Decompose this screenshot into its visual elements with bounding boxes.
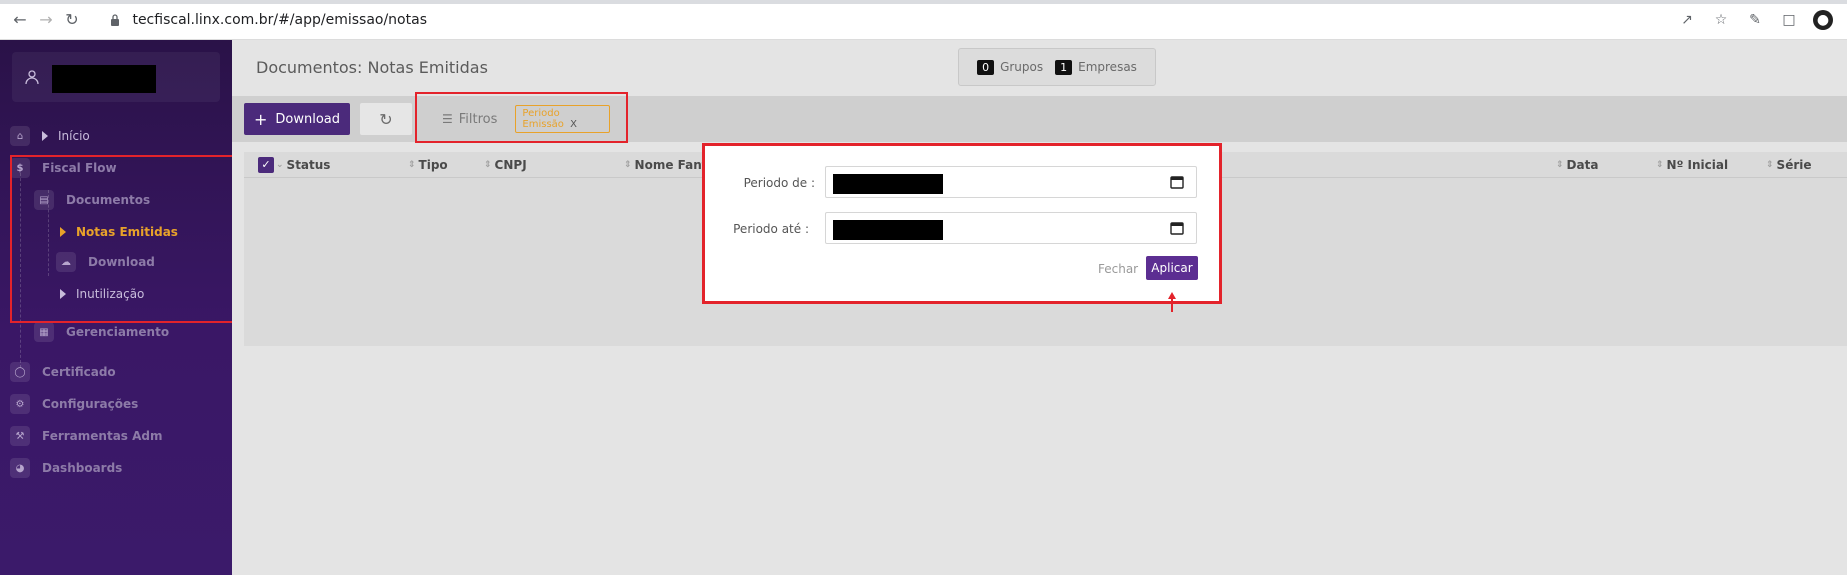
- forward-icon[interactable]: →: [36, 10, 56, 30]
- sidebar-item-label: Certificado: [42, 365, 116, 379]
- refresh-icon: ↻: [379, 109, 393, 129]
- sort-icon: ⇕: [624, 160, 632, 170]
- browser-toolbar: ← → ↻ tecfiscal.linx.com.br/#/app/emissa…: [0, 0, 1847, 40]
- sidebar-item-certificado[interactable]: ◯ Certificado: [10, 360, 116, 384]
- periodo-ate-input[interactable]: [825, 212, 1197, 244]
- tab-strip: [0, 0, 1847, 4]
- extensions-icon[interactable]: ✎: [1745, 10, 1765, 30]
- column-label: Tipo: [418, 158, 448, 172]
- column-header-n-inicial[interactable]: ⇕ Nº Inicial: [1656, 158, 1728, 172]
- calendar-icon[interactable]: [1170, 221, 1184, 235]
- sort-icon: ⇕: [484, 160, 492, 170]
- periodo-de-input[interactable]: [825, 166, 1197, 198]
- profile-avatar-icon[interactable]: ●: [1813, 10, 1833, 30]
- plus-icon: +: [253, 109, 268, 129]
- grupos-label: Grupos: [1000, 60, 1044, 74]
- group-company-counters[interactable]: 0 Grupos 1 Empresas: [958, 48, 1156, 86]
- apply-button[interactable]: Aplicar: [1146, 256, 1198, 280]
- wrench-icon: ⚒: [10, 426, 30, 446]
- column-label: Série: [1776, 158, 1812, 172]
- empresas-count: 1: [1055, 59, 1073, 75]
- page-title: Documentos: Notas Emitidas: [256, 58, 488, 77]
- download-button-label: Download: [275, 111, 341, 127]
- lock-icon: [111, 14, 119, 26]
- sort-icon: ⇕: [1656, 160, 1664, 170]
- redacted-date: [833, 220, 943, 240]
- home-icon: ⌂: [10, 126, 30, 146]
- column-header-data[interactable]: ⇕ Data: [1556, 158, 1598, 172]
- url-text: tecfiscal.linx.com.br/#/app/emissao/nota…: [132, 12, 427, 28]
- user-panel[interactable]: [12, 52, 220, 102]
- column-header-status[interactable]: ⌄ Status: [276, 158, 330, 172]
- sidebar-item-label: Ferramentas Adm: [42, 429, 163, 443]
- periodo-ate-label: Periodo até :: [733, 222, 809, 236]
- sidebar-item-label: Início: [58, 129, 90, 143]
- sidebar-item-inicio[interactable]: ⌂ Início: [10, 124, 90, 148]
- column-label: Data: [1566, 158, 1599, 172]
- gear-icon: ⚙: [10, 394, 30, 414]
- sidebar-icon[interactable]: □: [1779, 10, 1799, 30]
- sort-icon: ⇕: [1556, 160, 1564, 170]
- expand-icon: [42, 131, 48, 141]
- sliders-icon: ▦: [34, 322, 54, 342]
- sidebar-item-label: Gerenciamento: [66, 325, 170, 339]
- column-label: Status: [286, 158, 331, 172]
- annotation-arrow-icon: [1168, 292, 1176, 312]
- sidebar-item-dashboards[interactable]: ◕ Dashboards: [10, 456, 122, 480]
- share-icon[interactable]: ↗: [1677, 10, 1697, 30]
- annotation-box-sidebar: [10, 155, 240, 323]
- back-icon[interactable]: ←: [10, 10, 30, 30]
- sidebar-item-gerenciamento[interactable]: ▦ Gerenciamento: [34, 320, 169, 344]
- download-button[interactable]: + Download: [244, 103, 350, 135]
- user-icon: [25, 70, 39, 85]
- close-button[interactable]: Fechar: [1098, 262, 1138, 276]
- column-label: Nº Inicial: [1666, 158, 1729, 172]
- sidebar-item-configuracoes[interactable]: ⚙ Configurações: [10, 392, 138, 416]
- refresh-button[interactable]: ↻: [360, 103, 412, 135]
- browser-actions: ↗ ☆ ✎ □ ●: [1677, 10, 1833, 30]
- sidebar-item-ferramentas-adm[interactable]: ⚒ Ferramentas Adm: [10, 424, 163, 448]
- dashboard-icon: ◕: [10, 458, 30, 478]
- address-bar[interactable]: tecfiscal.linx.com.br/#/app/emissao/nota…: [110, 6, 1410, 34]
- shield-icon: ◯: [10, 362, 30, 382]
- reload-icon[interactable]: ↻: [62, 10, 82, 30]
- date-filter-modal: Periodo de : Periodo até : Fechar Aplica…: [702, 143, 1222, 304]
- periodo-de-label: Periodo de :: [743, 176, 815, 190]
- redacted-username: [52, 65, 156, 93]
- redacted-date: [833, 174, 943, 194]
- select-all-checkbox[interactable]: ✓: [258, 157, 274, 173]
- sidebar-item-label: Configurações: [42, 397, 139, 411]
- star-icon[interactable]: ☆: [1711, 10, 1731, 30]
- column-header-cnpj[interactable]: ⇕ CNPJ: [484, 158, 527, 172]
- sort-icon: ⌄: [276, 160, 284, 170]
- column-header-serie[interactable]: ⇕ Série: [1766, 158, 1812, 172]
- column-header-tipo[interactable]: ⇕ Tipo: [408, 158, 448, 172]
- sort-icon: ⇕: [408, 160, 416, 170]
- sort-icon: ⇕: [1766, 160, 1774, 170]
- column-label: CNPJ: [494, 158, 527, 172]
- calendar-icon[interactable]: [1170, 175, 1184, 189]
- grupos-count: 0: [977, 59, 995, 75]
- sidebar-item-label: Dashboards: [42, 461, 123, 475]
- empresas-label: Empresas: [1078, 60, 1137, 74]
- annotation-box-filters: [415, 92, 628, 143]
